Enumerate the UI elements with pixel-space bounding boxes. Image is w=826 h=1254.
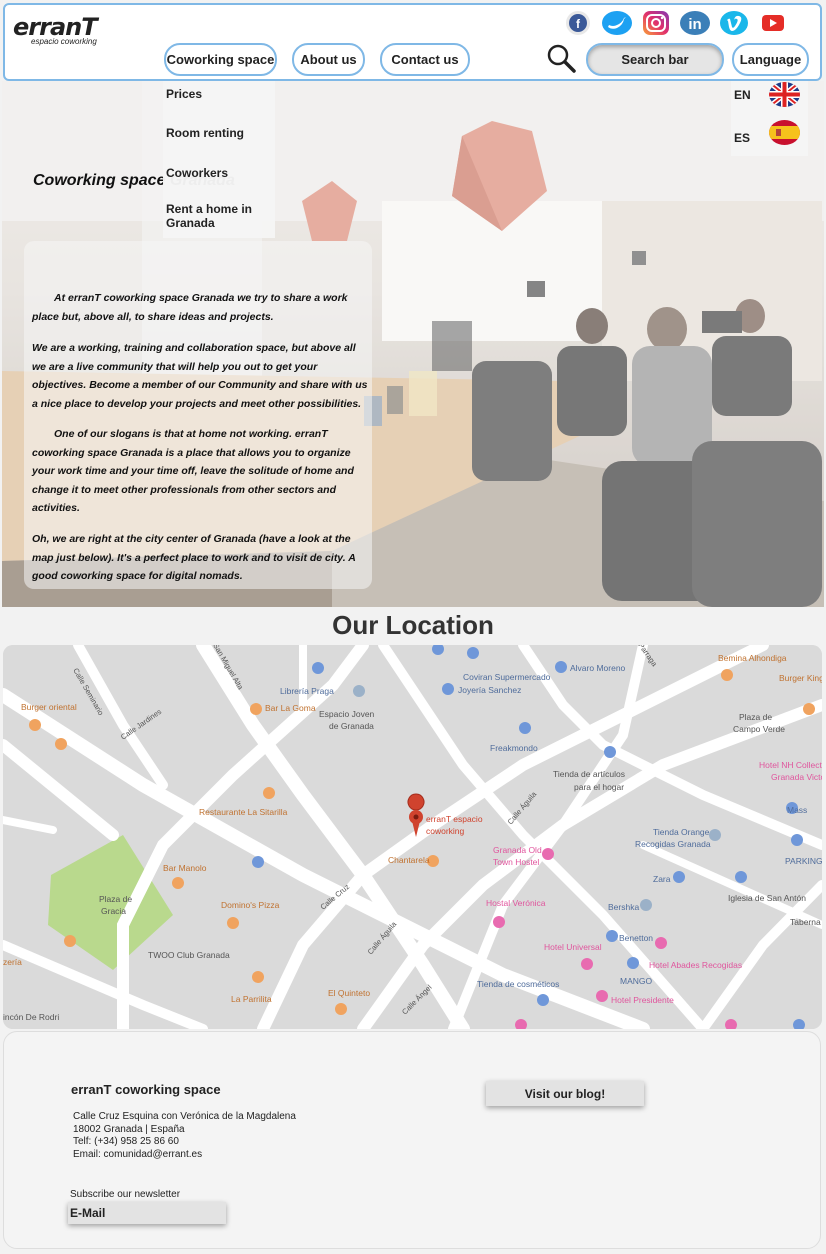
svg-text:Plaza de: Plaza de xyxy=(99,894,132,904)
instagram-icon[interactable] xyxy=(636,9,675,37)
newsletter-label: Subscribe our newsletter xyxy=(70,1189,181,1200)
svg-text:Bar Manolo: Bar Manolo xyxy=(163,863,207,873)
vimeo-icon[interactable] xyxy=(714,9,753,37)
footer-phone: Telf: (+34) 958 25 86 60 xyxy=(73,1136,179,1147)
nav-coworking-space[interactable]: Coworking space xyxy=(164,43,277,76)
svg-text:in: in xyxy=(688,16,701,33)
nav-language[interactable]: Language xyxy=(732,43,809,76)
svg-text:Granada Victo: Granada Victo xyxy=(771,772,822,782)
svg-text:El Quinteto: El Quinteto xyxy=(328,988,370,998)
svg-text:Alvaro Moreno: Alvaro Moreno xyxy=(570,663,626,673)
svg-text:Hotel NH Collect: Hotel NH Collect xyxy=(759,760,822,770)
svg-text:Benetton: Benetton xyxy=(619,933,653,943)
intro-paragraph-1: At erranT coworking space Granada we try… xyxy=(32,292,348,323)
svg-text:TWOO Club Granada: TWOO Club Granada xyxy=(148,950,230,960)
svg-text:Bershka: Bershka xyxy=(608,902,639,912)
menu-item-prices[interactable]: Prices xyxy=(166,87,202,101)
facebook-icon[interactable]: f xyxy=(558,9,597,37)
intro-paragraph-2: We are a working, training and collabora… xyxy=(32,342,368,410)
svg-text:La Parrilita: La Parrilita xyxy=(231,994,272,1004)
svg-text:Librería Praga: Librería Praga xyxy=(280,686,334,696)
svg-text:de Granada: de Granada xyxy=(329,721,374,731)
svg-text:coworking: coworking xyxy=(426,826,465,836)
svg-text:incón De Rodri: incón De Rodri xyxy=(3,1012,59,1022)
location-map[interactable]: Burger oriental Bar La Goma Restaurante … xyxy=(3,645,822,1029)
svg-text:Iglesia de San Antón: Iglesia de San Antón xyxy=(728,893,806,903)
svg-text:Joyería Sanchez: Joyería Sanchez xyxy=(458,685,521,695)
svg-text:zería: zería xyxy=(3,957,22,967)
svg-text:Recogidas Granada: Recogidas Granada xyxy=(635,839,711,849)
svg-text:PARKING: PARKING xyxy=(785,856,822,866)
svg-text:Chantarela: Chantarela xyxy=(388,855,430,865)
svg-text:Hostal Verónica: Hostal Verónica xyxy=(486,898,546,908)
intro-paragraph-3: One of our slogans is that at home not w… xyxy=(32,428,354,515)
logo-tagline: espacio coworking xyxy=(31,37,97,46)
svg-text:Campo Verde: Campo Verde xyxy=(733,724,785,734)
logo[interactable]: erranT espacio coworking xyxy=(13,13,98,46)
svg-text:para el hogar: para el hogar xyxy=(574,782,624,792)
intro-paragraph-4: Oh, we are right at the city center of G… xyxy=(32,533,356,583)
svg-text:Zara: Zara xyxy=(653,874,671,884)
footer-email[interactable]: Email: comunidad@errant.es xyxy=(73,1149,202,1160)
svg-text:Tienda Orange: Tienda Orange xyxy=(653,827,710,837)
svg-text:Gracia: Gracia xyxy=(101,906,126,916)
svg-text:Restaurante La Sitarilla: Restaurante La Sitarilla xyxy=(199,807,288,817)
svg-text:Plaza de: Plaza de xyxy=(739,712,772,722)
footer-title: erranT coworking space xyxy=(71,1082,221,1097)
svg-text:Tienda de artículos: Tienda de artículos xyxy=(553,769,625,779)
svg-text:Bar La Goma: Bar La Goma xyxy=(265,703,316,713)
search-icon[interactable] xyxy=(546,43,576,73)
svg-text:Domino's Pizza: Domino's Pizza xyxy=(221,900,280,910)
svg-text:Granada Old: Granada Old xyxy=(493,845,542,855)
svg-text:Freakmondo: Freakmondo xyxy=(490,743,538,753)
language-dropdown-menu: EN ES xyxy=(731,78,808,156)
search-input[interactable]: Search bar xyxy=(586,43,724,76)
uk-flag-icon[interactable] xyxy=(769,82,800,107)
svg-text:Hotel Universal: Hotel Universal xyxy=(544,942,602,952)
twitter-icon[interactable] xyxy=(597,9,636,37)
footer-address-line2: 18002 Granada | España xyxy=(73,1124,185,1135)
menu-item-room-renting[interactable]: Room renting xyxy=(166,126,244,140)
site-header: erranT espacio coworking f in Coworking … xyxy=(3,3,822,81)
svg-text:Town Hostel: Town Hostel xyxy=(493,857,539,867)
language-option-en[interactable]: EN xyxy=(734,88,751,102)
menu-item-rent-home[interactable]: Rent a home in Granada xyxy=(166,202,266,230)
coworking-dropdown-menu: Prices Room renting Coworkers Rent a hom… xyxy=(163,78,275,238)
social-links: f in xyxy=(558,9,792,37)
nav-contact-us[interactable]: Contact us xyxy=(380,43,470,76)
spain-flag-icon[interactable] xyxy=(769,120,800,145)
svg-text:Burger King: Burger King xyxy=(779,673,822,683)
footer-address-line1: Calle Cruz Esquina con Verónica de la Ma… xyxy=(73,1111,296,1122)
linkedin-icon[interactable]: in xyxy=(675,9,714,37)
svg-text:Taberna: Taberna xyxy=(790,917,821,927)
svg-text:Espacio Joven: Espacio Joven xyxy=(319,709,375,719)
svg-text:Hotel Presidente: Hotel Presidente xyxy=(611,995,674,1005)
svg-text:Bemina Alhondiga: Bemina Alhondiga xyxy=(718,653,787,663)
svg-text:Tienda de cosméticos: Tienda de cosméticos xyxy=(477,979,559,989)
svg-text:Coviran Supermercado: Coviran Supermercado xyxy=(463,672,551,682)
location-title: Our Location xyxy=(332,610,494,640)
newsletter-email-input[interactable] xyxy=(68,1202,226,1224)
svg-text:Hotel Abades Recogidas: Hotel Abades Recogidas xyxy=(649,960,742,970)
visit-blog-button[interactable]: Visit our blog! xyxy=(486,1081,644,1106)
menu-item-coworkers[interactable]: Coworkers xyxy=(166,166,228,180)
svg-text:MANGO: MANGO xyxy=(620,976,653,986)
svg-text:Mass: Mass xyxy=(787,805,807,815)
youtube-icon[interactable] xyxy=(753,9,792,37)
svg-text:erranT espacio: erranT espacio xyxy=(426,814,483,824)
svg-text:Burger oriental: Burger oriental xyxy=(21,702,77,712)
language-option-es[interactable]: ES xyxy=(734,131,750,145)
nav-about-us[interactable]: About us xyxy=(292,43,365,76)
